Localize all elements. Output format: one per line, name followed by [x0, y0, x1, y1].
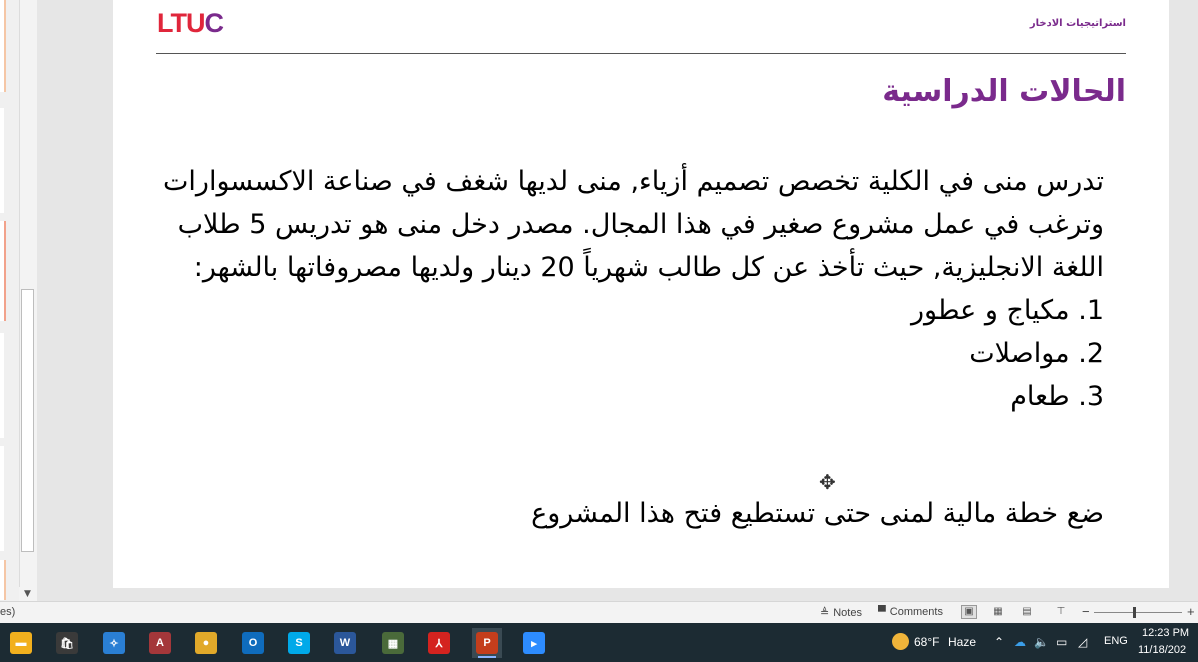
thumbnail-edge[interactable] [0, 0, 6, 92]
slide-sorter-icon[interactable]: ▦ [990, 605, 1006, 619]
logo-text: LTU [157, 8, 205, 38]
thumbnail-edge[interactable] [0, 446, 4, 551]
taskbar-app-button[interactable]: ▸ [519, 628, 549, 658]
scrollbar-thumb[interactable] [21, 289, 34, 552]
onedrive-icon[interactable]: ☁ [1014, 635, 1026, 649]
thumbnail-edge[interactable] [0, 333, 4, 438]
chrome-icon: ● [195, 632, 217, 654]
volume-icon[interactable]: 🔈 [1034, 635, 1049, 649]
case-paragraph: تدرس منى في الكلية تخصص تصميم أزياء, منى… [163, 166, 1104, 283]
status-text: es) [0, 606, 16, 618]
clock-time[interactable]: 12:23 PM [1142, 627, 1189, 639]
notes-icon: ≜ [820, 607, 830, 619]
notes-button[interactable]: ≜ Notes [820, 606, 862, 620]
skype-icon: S [288, 632, 310, 654]
windows-taskbar: ▬ 🛍 ✧ A ● O S W ▦ ⅄ P ▸ 68°F Haze ⌃ ☁ 🔈 ▭ ◿ ENG 12:… [0, 623, 1198, 662]
outlook-icon: O [242, 632, 264, 654]
taskbar-app-button[interactable]: P [472, 628, 502, 658]
zoom-icon: ▸ [523, 632, 545, 654]
header-title: استراتيجيات الادخار [1029, 18, 1126, 29]
scroll-down-arrow-icon[interactable]: ▼ [19, 587, 36, 601]
taskbar-app-button[interactable]: ✧ [99, 628, 129, 658]
expense-item: 2. مواصلات [969, 338, 1104, 369]
clock-date[interactable]: 11/18/202 [1138, 644, 1186, 656]
weather-icon[interactable] [892, 633, 909, 650]
weather-temp[interactable]: 68°F [914, 635, 939, 649]
taskbar-app-button[interactable]: 🛍 [52, 628, 82, 658]
zoom-slider[interactable] [1094, 612, 1182, 613]
taskbar-app-button[interactable]: O [238, 628, 268, 658]
word-icon: W [334, 632, 356, 654]
teams-like-icon: ✧ [103, 632, 125, 654]
ltuc-logo: LTUC [157, 8, 224, 39]
expense-item: 3. طعام [1010, 381, 1104, 412]
thumbnail-edge[interactable] [0, 108, 4, 213]
slide-title[interactable]: الحالات الدراسية [882, 74, 1126, 109]
battery-icon[interactable]: ▭ [1056, 635, 1067, 649]
weather-desc[interactable]: Haze [948, 635, 976, 649]
taskbar-app-button[interactable]: S [284, 628, 314, 658]
show-hidden-icons-icon[interactable]: ⌃ [994, 635, 1004, 649]
task-instruction: ضع خطة مالية لمنى حتى تستطيع فتح هذا الم… [531, 498, 1104, 529]
access-icon: A [149, 632, 171, 654]
file-explorer-icon: ▬ [10, 632, 32, 654]
zoom-out-button[interactable]: − [1082, 604, 1090, 619]
body-text-box[interactable]: تدرس منى في الكلية تخصص تصميم أزياء, منى… [144, 160, 1104, 418]
reading-view-icon[interactable]: ▤ [1019, 605, 1035, 619]
expense-item: 1. مكياج و عطور [911, 295, 1104, 326]
zoom-in-button[interactable]: + [1187, 604, 1195, 619]
system-tray: 68°F Haze ⌃ ☁ 🔈 ▭ ◿ ENG 12:23 PM 11/18/2… [888, 623, 1198, 662]
zoom-slider-knob[interactable] [1133, 607, 1136, 618]
slideshow-icon[interactable]: ⊤ [1053, 605, 1069, 619]
taskbar-app-button[interactable]: ⅄ [424, 628, 454, 658]
store-icon: 🛍 [56, 632, 78, 654]
move-cursor-icon: ✥ [819, 470, 836, 494]
header-divider [156, 53, 1126, 54]
taskbar-app-button[interactable]: ▬ [6, 628, 36, 658]
taskbar-app-button[interactable]: W [330, 628, 360, 658]
thumbnail-edge-selected[interactable] [0, 221, 6, 321]
acrobat-icon: ⅄ [428, 632, 450, 654]
language-indicator[interactable]: ENG [1104, 635, 1128, 647]
powerpoint-icon: P [476, 632, 498, 654]
comments-label: Comments [889, 606, 943, 618]
notes-label: Notes [833, 606, 862, 619]
taskbar-app-button[interactable]: A [145, 628, 175, 658]
media-icon: ▦ [382, 632, 404, 654]
slide-canvas[interactable]: LTUC استراتيجيات الادخار الحالات الدراسي… [113, 0, 1169, 588]
normal-view-icon[interactable]: ▣ [961, 605, 977, 619]
comments-button[interactable]: ▀ Comments [878, 606, 943, 618]
taskbar-app-button[interactable]: ● [191, 628, 221, 658]
taskbar-app-button[interactable]: ▦ [378, 628, 408, 658]
wifi-icon[interactable]: ◿ [1078, 635, 1087, 649]
thumbnail-edge[interactable] [0, 560, 6, 600]
logo-accent-text: C [204, 8, 223, 38]
comments-icon: ▀ [878, 606, 886, 618]
status-bar: es) ≜ Notes ▀ Comments ▣ ▦ ▤ ⊤ − + [0, 601, 1198, 623]
